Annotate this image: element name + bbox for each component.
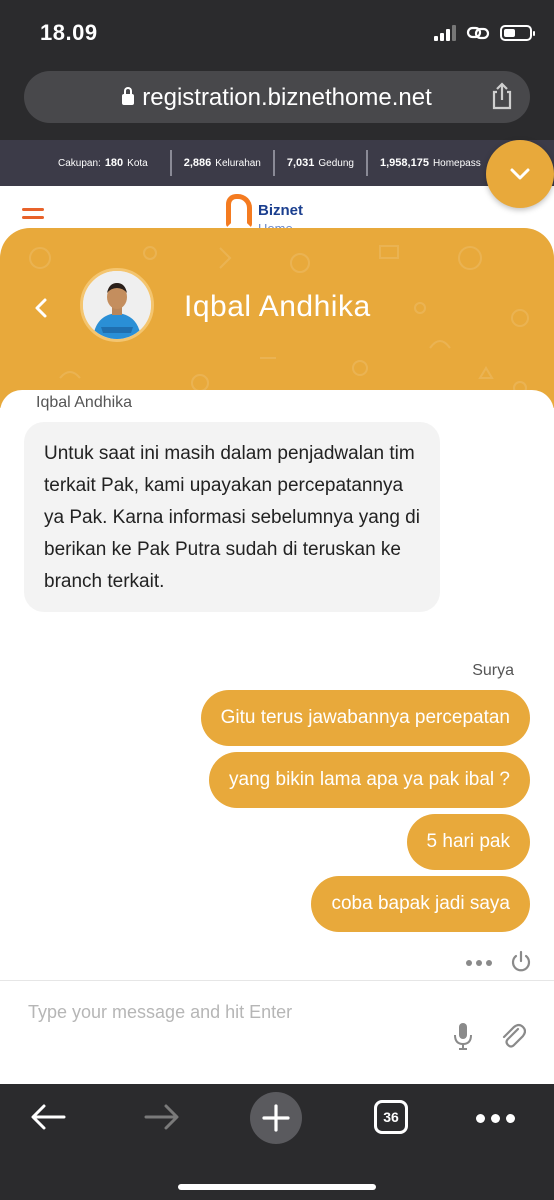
browser-bottom-toolbar: 36 [0,1084,554,1200]
more-options-icon[interactable] [466,960,492,966]
back-arrow-icon[interactable] [28,1100,68,1134]
status-icons [434,24,535,42]
divider [366,150,368,176]
stat-gedung: 7,031 Gedung [286,157,354,169]
chevron-down-icon [510,168,530,180]
attachment-paperclip-icon[interactable] [498,1019,526,1049]
battery-icon [500,25,535,41]
coverage-stats-strip: Cakupan: 180 Kota 2,886 Kelurahan 7,031 Gedu… [0,140,554,186]
stat-homepass: 1,958,175 Homepass [380,157,481,169]
agent-message-bubble: Untuk saat ini masih dalam penjadwalan t… [24,422,440,612]
back-chevron-icon[interactable] [30,294,52,322]
new-tab-button[interactable] [250,1092,302,1144]
chat-widget: Iqbal Andhika Iqbal Andhika Untuk saat i… [0,228,554,1084]
plus-icon [262,1104,290,1132]
user-message-bubble: Gitu terus jawabannya percepatan [200,690,530,746]
message-composer [0,980,554,1084]
divider [169,150,172,176]
link-icon [466,26,490,40]
logo-name: Biznet [258,202,303,219]
message-list: Iqbal Andhika Untuk saat ini masih dalam… [0,390,554,980]
home-indicator[interactable] [178,1184,376,1190]
forward-arrow-icon[interactable] [142,1100,182,1134]
chat-header: Iqbal Andhika [0,228,554,408]
message-input[interactable] [28,997,428,1027]
agent-avatar [80,268,154,342]
lock-icon [122,87,135,105]
biznet-logo-mark [226,194,252,228]
browser-menu-icon[interactable] [476,1114,515,1123]
browser-top-chrome: 18.09 registration.biznethome.net [0,0,554,140]
user-message-bubble: 5 hari pak [406,814,530,870]
microphone-icon[interactable] [452,1021,474,1051]
stat-kota: Cakupan: 180 Kota [58,157,148,169]
status-time: 18.09 [40,20,98,45]
agent-sender-label: Iqbal Andhika [36,394,133,411]
agent-photo [83,271,151,339]
tabs-count-button[interactable]: 36 [374,1100,408,1134]
user-message-bubble: yang bikin lama apa ya pak ibal ? [209,752,530,808]
user-sender-label: Surya [472,662,514,679]
hamburger-menu-icon[interactable] [22,208,44,224]
status-bar: 18.09 [0,0,554,66]
agent-name: Iqbal Andhika [184,290,371,323]
url-text: registration.biznethome.net [142,84,432,111]
address-bar[interactable]: registration.biznethome.net [24,71,530,123]
divider [272,150,275,176]
cellular-signal-icon [434,25,456,41]
collapse-chat-button[interactable] [486,140,554,208]
user-message-bubble: coba bapak jadi saya [311,876,530,932]
power-icon[interactable] [510,950,532,972]
share-icon[interactable] [488,81,516,111]
stat-kelurahan: 2,886 Kelurahan [183,157,261,169]
